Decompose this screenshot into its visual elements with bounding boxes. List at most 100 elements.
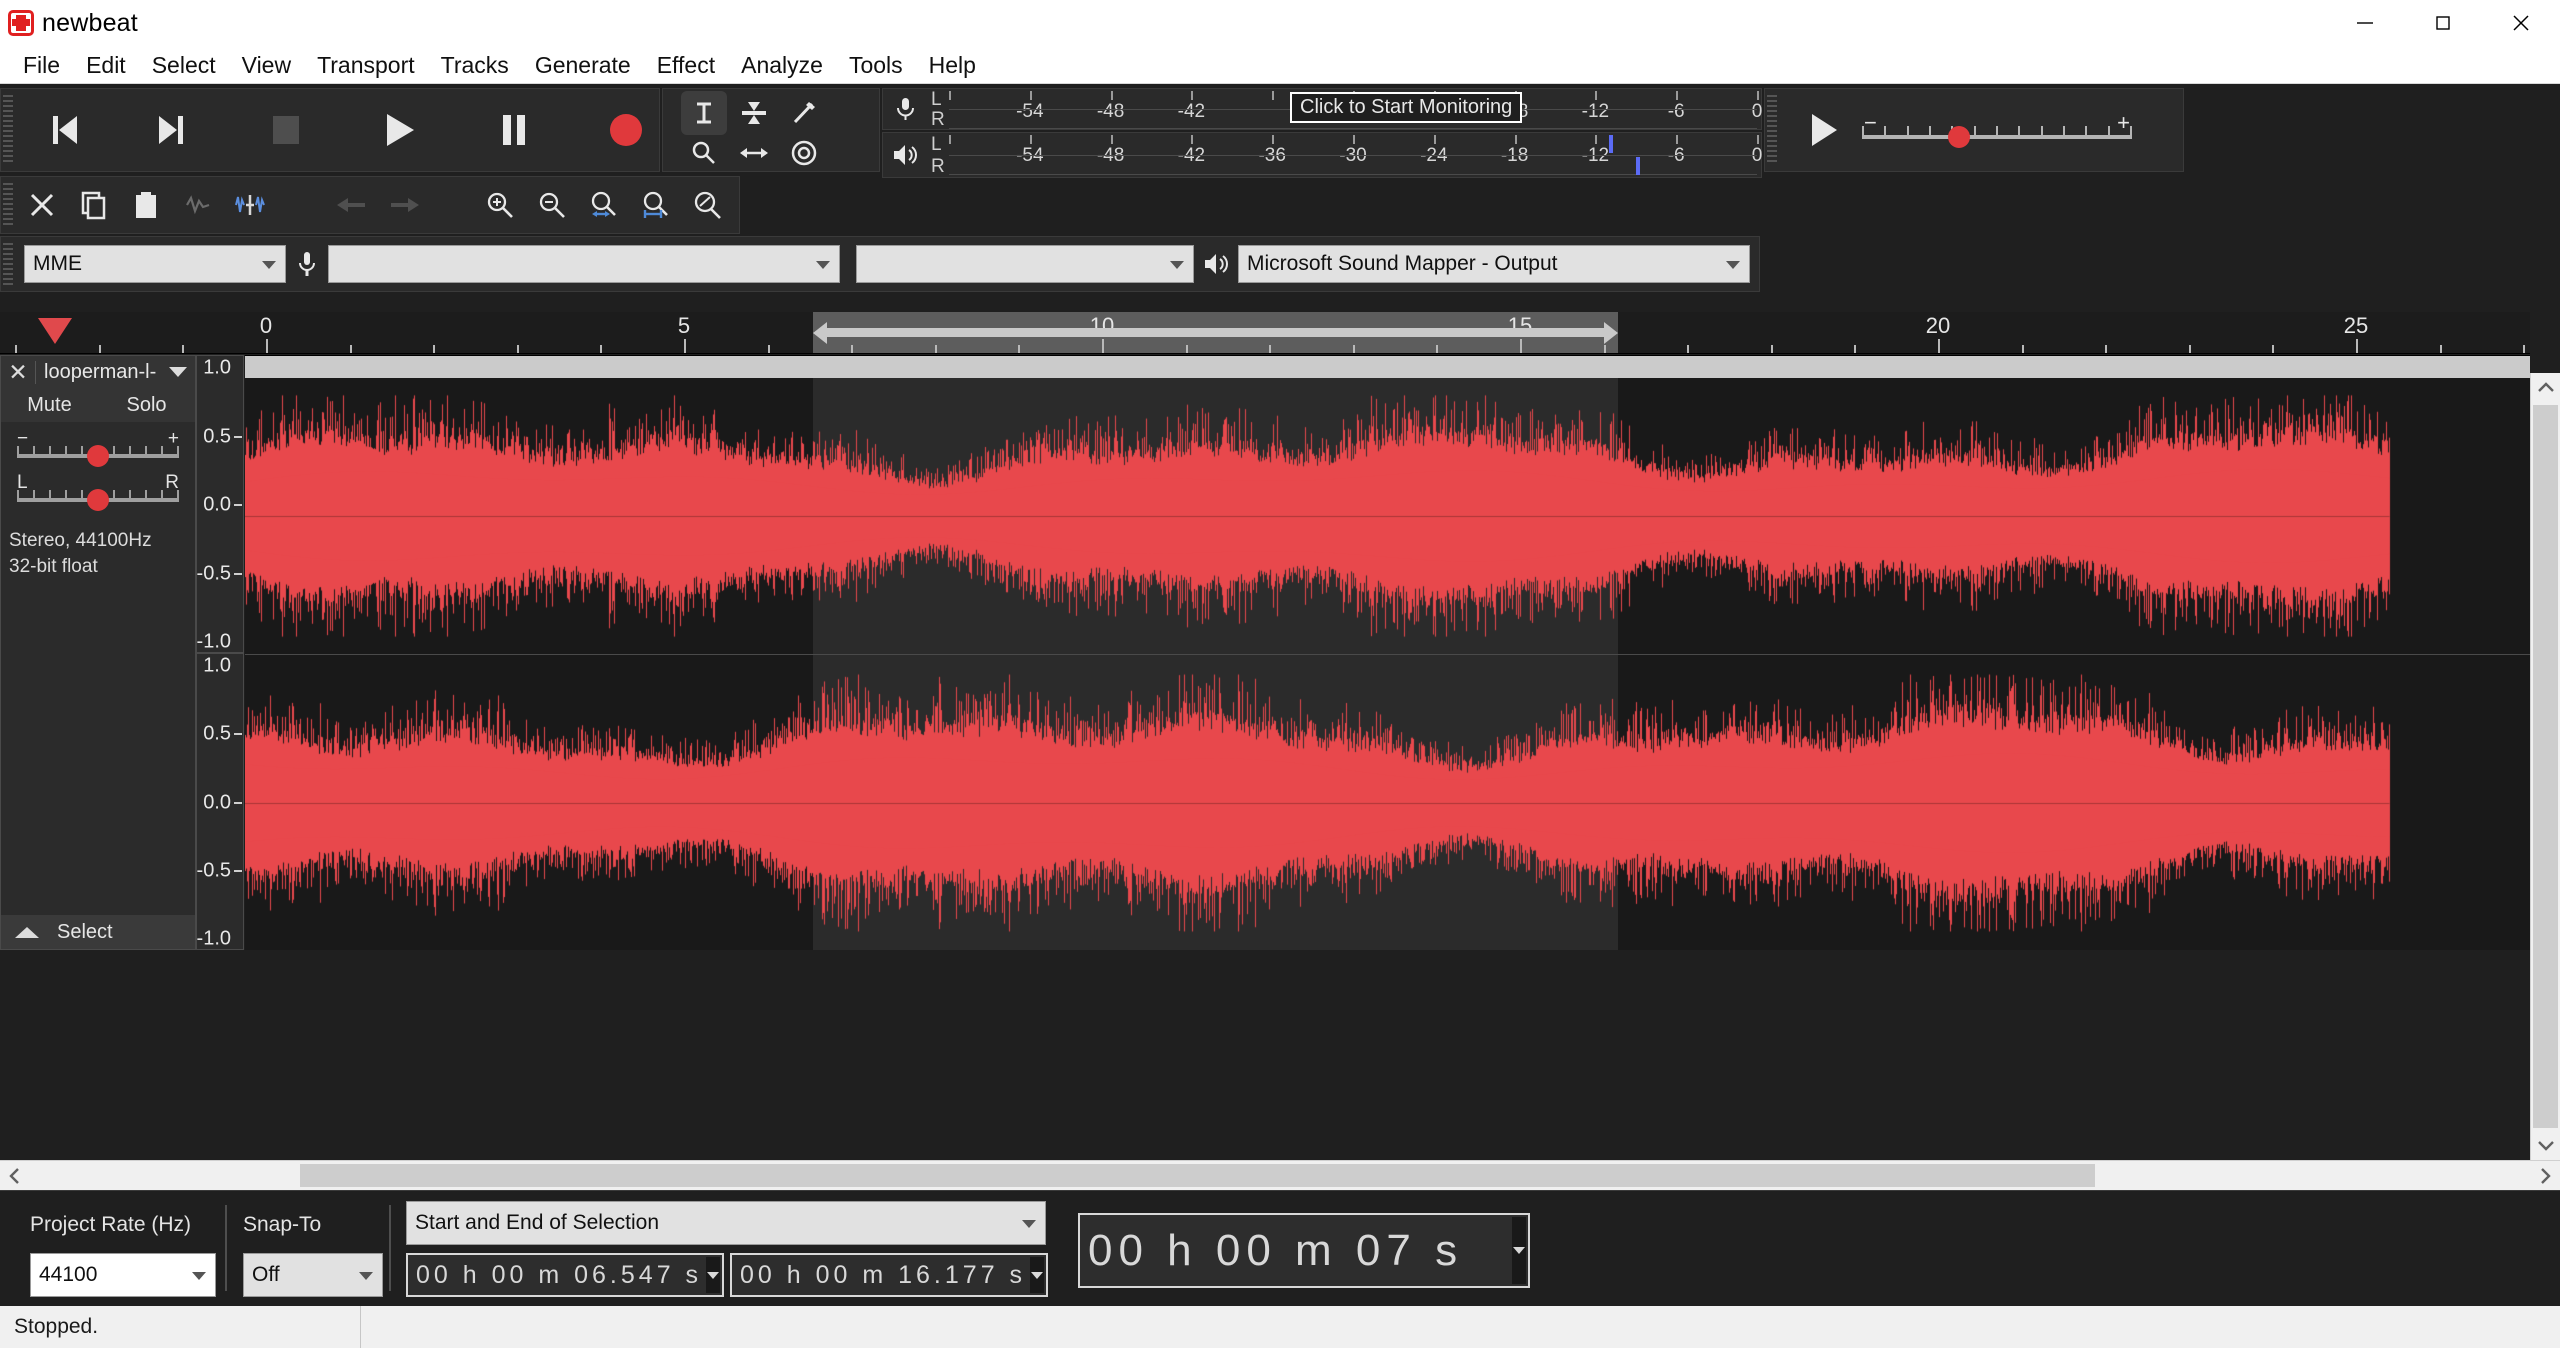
click-to-start-monitoring-tooltip[interactable]: Click to Start Monitoring xyxy=(1290,92,1523,123)
selection-start-handle[interactable] xyxy=(813,322,828,344)
cut-button[interactable] xyxy=(16,179,68,231)
playback-meter-toolbar[interactable]: L R -54 -48 -42 -36 -30 -24 -18 -12 -6 0 xyxy=(882,132,1762,178)
play-button[interactable] xyxy=(374,104,426,156)
solo-button[interactable]: Solo xyxy=(98,394,195,417)
chevron-down-icon[interactable] xyxy=(169,367,187,377)
pinned-play-head-icon[interactable] xyxy=(38,318,72,344)
mute-button[interactable]: Mute xyxy=(1,394,98,417)
recording-device-select[interactable] xyxy=(328,245,840,283)
play-at-speed-button[interactable] xyxy=(1798,104,1850,156)
toolbar-grip[interactable] xyxy=(3,243,13,285)
timeline-tick xyxy=(1102,339,1104,353)
clip-title-bar[interactable] xyxy=(245,356,2530,378)
close-button[interactable] xyxy=(2482,0,2560,46)
timeline-ruler[interactable]: 0 5 10 15 20 25 xyxy=(0,312,2530,354)
toolbar-grip[interactable] xyxy=(3,183,13,227)
menu-edit[interactable]: Edit xyxy=(73,48,139,82)
menu-tools[interactable]: Tools xyxy=(836,48,916,82)
skip-to-end-button[interactable] xyxy=(142,104,194,156)
zoom-out-button[interactable] xyxy=(526,179,578,231)
vertical-scrollbar[interactable] xyxy=(2530,373,2560,1160)
silence-audio-button[interactable] xyxy=(224,179,276,231)
chevron-up-icon[interactable] xyxy=(2531,373,2560,403)
chevron-right-icon[interactable] xyxy=(2530,1161,2560,1191)
spinner-icon[interactable] xyxy=(1512,1217,1526,1284)
chevron-down-icon[interactable] xyxy=(2531,1130,2560,1160)
timeline-selection-handle[interactable] xyxy=(827,328,1605,337)
close-icon[interactable]: ✕ xyxy=(1,359,35,386)
selection-mode-select[interactable]: Start and End of Selection xyxy=(406,1201,1046,1245)
fit-selection-button[interactable] xyxy=(578,179,630,231)
track-name[interactable]: looperman-l- xyxy=(35,360,169,384)
multi-tool[interactable] xyxy=(781,131,827,175)
gain-slider-thumb[interactable] xyxy=(87,445,109,467)
menu-analyze[interactable]: Analyze xyxy=(728,48,836,82)
menu-file[interactable]: File xyxy=(10,48,73,82)
menu-tracks[interactable]: Tracks xyxy=(428,48,522,82)
fit-project-button[interactable] xyxy=(630,179,682,231)
spinner-icon[interactable] xyxy=(1030,1257,1044,1293)
redo-button[interactable] xyxy=(378,179,430,231)
menu-select[interactable]: Select xyxy=(139,48,229,82)
paste-button[interactable] xyxy=(120,179,172,231)
playback-meter[interactable]: L R -54 -48 -42 -36 -30 -24 -18 -12 -6 0 xyxy=(927,133,1762,177)
selection-tool[interactable] xyxy=(681,91,727,135)
selection-end-handle[interactable] xyxy=(1604,322,1619,344)
track-select-button[interactable]: Select xyxy=(1,915,195,949)
mute-solo-row: Mute Solo xyxy=(1,388,195,422)
draw-tool[interactable] xyxy=(781,91,827,135)
waveform-display[interactable] xyxy=(245,355,2530,950)
waveform-right-channel[interactable] xyxy=(245,656,2530,950)
recording-channels-select[interactable] xyxy=(856,245,1194,283)
toolbar-grip[interactable] xyxy=(1767,95,1777,165)
pause-button[interactable] xyxy=(488,104,540,156)
snap-to-select[interactable]: Off xyxy=(243,1253,383,1297)
zoom-toggle-button[interactable] xyxy=(682,179,734,231)
menu-transport[interactable]: Transport xyxy=(304,48,428,82)
play-speed-thumb[interactable] xyxy=(1948,126,1971,148)
stop-button[interactable] xyxy=(260,104,312,156)
vertical-ruler-right-channel[interactable]: 1.0 0.5 0.0 -0.5 -1.0 xyxy=(196,653,244,950)
zoom-in-button[interactable] xyxy=(474,179,526,231)
horizontal-scroll-track[interactable] xyxy=(30,1161,2530,1190)
vertical-scroll-thumb[interactable] xyxy=(2533,405,2558,1128)
recording-meter-toolbar[interactable]: L R -54-48-42-18-12-60 Click to Start Mo… xyxy=(882,88,1762,130)
horizontal-scroll-thumb[interactable] xyxy=(300,1164,2095,1187)
pan-slider-thumb[interactable] xyxy=(87,489,109,511)
menu-effect[interactable]: Effect xyxy=(644,48,728,82)
audio-host-select[interactable]: MME xyxy=(24,245,286,283)
selection-end-field[interactable]: 00 h 00 m 16.177 s xyxy=(730,1253,1048,1297)
waveform-left-channel[interactable] xyxy=(245,378,2530,654)
gain-slider[interactable]: − + xyxy=(17,428,179,470)
chevron-left-icon[interactable] xyxy=(0,1161,30,1191)
maximize-button[interactable] xyxy=(2404,0,2482,46)
collapse-up-icon[interactable] xyxy=(15,926,39,938)
recording-meter[interactable]: L R -54-48-42-18-12-60 Click to Start Mo… xyxy=(927,89,1762,129)
vertical-ruler-left-channel[interactable]: 1.0 0.5 0.0 -0.5 -1.0 xyxy=(196,355,244,653)
undo-button[interactable] xyxy=(326,179,378,231)
pan-slider[interactable]: L R xyxy=(17,472,179,514)
skip-to-start-button[interactable] xyxy=(42,104,94,156)
copy-button[interactable] xyxy=(68,179,120,231)
toolbar-grip[interactable] xyxy=(3,95,13,165)
project-rate-select[interactable]: 44100 xyxy=(30,1253,216,1297)
time-shift-tool[interactable] xyxy=(731,131,777,175)
spinner-icon[interactable] xyxy=(706,1257,720,1293)
minimize-button[interactable] xyxy=(2326,0,2404,46)
record-button[interactable] xyxy=(600,104,652,156)
envelope-tool[interactable] xyxy=(731,91,777,135)
trim-audio-button[interactable] xyxy=(172,179,224,231)
play-speed-slider[interactable]: − + xyxy=(1862,110,2132,150)
meter-tick xyxy=(1676,91,1679,100)
zoom-tool[interactable] xyxy=(681,131,727,175)
selection-start-field[interactable]: 00 h 00 m 06.547 s xyxy=(406,1253,724,1297)
playback-device-select[interactable]: Microsoft Sound Mapper - Output xyxy=(1238,245,1750,283)
track-control-panel[interactable]: ✕ looperman-l- Mute Solo − + L R Stereo,… xyxy=(0,355,196,950)
menu-help[interactable]: Help xyxy=(916,48,989,82)
horizontal-scrollbar[interactable] xyxy=(0,1160,2560,1190)
menu-view[interactable]: View xyxy=(229,48,304,82)
skip-to-end-icon xyxy=(153,116,183,144)
concentric-circle-icon xyxy=(791,140,817,166)
menu-generate[interactable]: Generate xyxy=(522,48,644,82)
audio-position-field[interactable]: 00 h 00 m 07 s xyxy=(1078,1213,1530,1288)
